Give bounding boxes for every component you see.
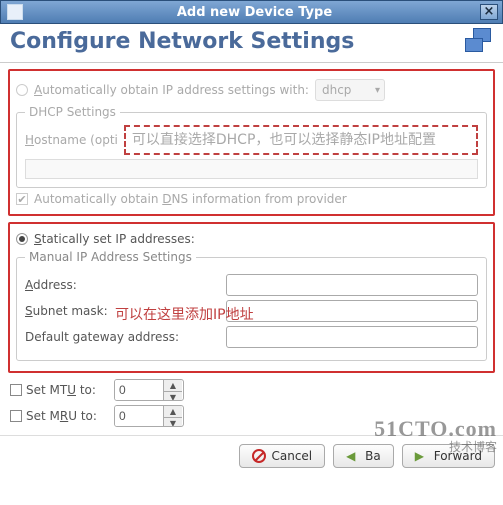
mru-up[interactable]: ▲ — [164, 406, 182, 417]
page-header: Configure Network Settings — [0, 24, 503, 63]
chevron-down-icon: ▾ — [373, 85, 382, 96]
checkbox-auto-dns-label: Automatically obtain DNS information fro… — [34, 192, 347, 206]
back-button[interactable]: Ba — [333, 444, 394, 468]
mtu-input[interactable] — [115, 380, 163, 400]
cancel-button[interactable]: Cancel — [239, 444, 325, 468]
network-icon — [465, 28, 493, 54]
window-titlebar: Add new Device Type × — [0, 0, 503, 24]
forward-icon — [415, 449, 429, 463]
manual-ip-fieldset: Manual IP Address Settings Address: Subn… — [16, 250, 487, 361]
page-title: Configure Network Settings — [10, 29, 465, 54]
window-close-button[interactable]: × — [480, 4, 498, 20]
radio-static-ip[interactable] — [16, 233, 28, 245]
window-system-icon — [7, 4, 23, 20]
window-title: Add new Device Type — [29, 5, 480, 20]
dhcp-settings-fieldset: DHCP Settings Hostname (opti 可以直接选择DHCP，… — [16, 105, 487, 188]
back-icon — [346, 449, 360, 463]
cancel-icon — [252, 449, 266, 463]
checkbox-mru[interactable] — [10, 410, 22, 422]
annotation-manual: 可以在这里添加IP地址 — [115, 304, 254, 324]
mru-label: Set MRU to: — [26, 409, 110, 423]
gateway-input[interactable] — [226, 326, 478, 348]
hostname-label: Hostname (opti — [25, 133, 118, 147]
dhcp-combo[interactable]: dhcp ▾ — [315, 79, 385, 101]
mru-down[interactable]: ▼ — [164, 417, 182, 427]
mru-input[interactable] — [115, 406, 163, 426]
forward-button[interactable]: Forward — [402, 444, 495, 468]
dhcp-settings-legend: DHCP Settings — [25, 105, 120, 119]
radio-static-ip-label: Statically set IP addresses: — [34, 232, 195, 246]
subnet-input[interactable] — [226, 300, 478, 322]
radio-auto-ip[interactable] — [16, 84, 28, 96]
checkbox-auto-dns[interactable]: ✔ — [16, 193, 28, 205]
gateway-label: Default gateway address: — [25, 330, 220, 344]
mtu-label: Set MTU to: — [26, 383, 110, 397]
address-label: Address: — [25, 278, 220, 292]
dialog-button-bar: Cancel Ba Forward — [0, 435, 503, 476]
annotation-dhcp: 可以直接选择DHCP，也可以选择静态IP地址配置 — [124, 125, 478, 155]
radio-auto-ip-label: Automatically obtain IP address settings… — [34, 83, 309, 97]
mtu-down[interactable]: ▼ — [164, 391, 182, 401]
address-input[interactable] — [226, 274, 478, 296]
checkbox-mtu[interactable] — [10, 384, 22, 396]
manual-ip-legend: Manual IP Address Settings — [25, 250, 196, 264]
mru-spinner[interactable]: ▲ ▼ — [114, 405, 184, 427]
auto-section-highlight: Automatically obtain IP address settings… — [8, 69, 495, 216]
mtu-up[interactable]: ▲ — [164, 380, 182, 391]
hostname-input — [25, 159, 478, 179]
mtu-spinner[interactable]: ▲ ▼ — [114, 379, 184, 401]
static-section-highlight: Statically set IP addresses: Manual IP A… — [8, 222, 495, 373]
